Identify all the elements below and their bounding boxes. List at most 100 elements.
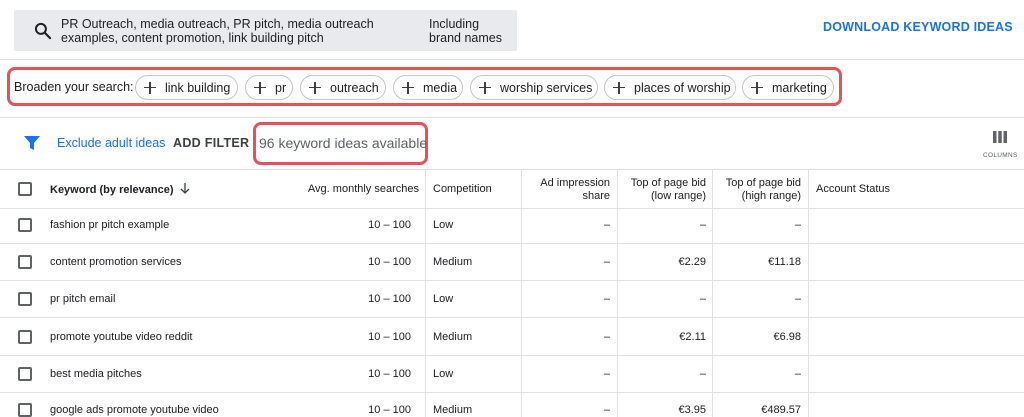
- columns-button-label[interactable]: COLUMNS: [983, 152, 1018, 159]
- chip-label: places of worship: [634, 80, 731, 95]
- search-box[interactable]: PR Outreach, media outreach, PR pitch, m…: [14, 10, 517, 51]
- keyword-cell[interactable]: google ads promote youtube video: [50, 404, 219, 416]
- row-divider: [0, 392, 1024, 393]
- ad-share-cell: –: [603, 256, 610, 268]
- keyword-ideas-count: 96 keyword ideas available: [259, 135, 428, 151]
- bid-high-cell: €489.57: [761, 404, 801, 416]
- bid-high-cell: –: [794, 368, 801, 380]
- divider: [0, 169, 1024, 170]
- ad-share-header-line: share: [582, 190, 610, 202]
- broaden-label: Broaden your search:: [14, 80, 134, 94]
- plus-icon: [254, 81, 266, 94]
- row-checkbox[interactable]: [18, 292, 32, 306]
- chip-label: outreach: [330, 80, 379, 95]
- bid-high-cell: –: [794, 293, 801, 305]
- keyword-header-label: Keyword (by relevance): [50, 184, 174, 196]
- row-checkbox[interactable]: [18, 330, 32, 344]
- chip-worship-services[interactable]: worship services: [470, 75, 598, 100]
- keyword-cell[interactable]: content promotion services: [50, 256, 181, 268]
- column-header-ad-share[interactable]: Ad impression share: [525, 177, 610, 203]
- search-query-text[interactable]: PR Outreach, media outreach, PR pitch, m…: [61, 17, 421, 45]
- bid-high-cell: €11.18: [768, 256, 801, 268]
- ad-share-cell: –: [603, 219, 610, 231]
- ad-share-cell: –: [603, 368, 610, 380]
- chip-marketing[interactable]: marketing: [742, 75, 834, 100]
- searches-cell: 10 – 100: [368, 404, 411, 416]
- plus-icon: [751, 81, 763, 94]
- column-header-account-status[interactable]: Account Status: [816, 183, 890, 196]
- bid-low-cell: –: [699, 293, 706, 305]
- divider: [0, 117, 1024, 118]
- searches-cell: 10 – 100: [368, 331, 411, 343]
- column-header-bid-high[interactable]: Top of page bid (high range): [715, 177, 801, 203]
- add-filter-button[interactable]: ADD FILTER: [173, 136, 249, 150]
- plus-icon: [479, 81, 491, 94]
- divider: [0, 59, 1024, 60]
- searches-cell: 10 – 100: [368, 368, 411, 380]
- searches-cell: 10 – 100: [368, 256, 411, 268]
- row-divider: [0, 355, 1024, 356]
- keyword-cell[interactable]: promote youtube video reddit: [50, 331, 192, 343]
- bid-low-cell: €3.95: [678, 404, 706, 416]
- bid-low-header-line: Top of page bid: [630, 177, 706, 189]
- chip-label: link building: [165, 80, 231, 95]
- chip-label: pr: [275, 80, 287, 95]
- bid-high-header-line: (high range): [741, 190, 801, 202]
- bid-high-header-line: Top of page bid: [725, 177, 801, 189]
- chip-link-building[interactable]: link building: [135, 75, 238, 100]
- row-divider: [0, 243, 1024, 244]
- bid-high-cell: –: [794, 219, 801, 231]
- chip-label: media: [423, 80, 458, 95]
- competition-cell: Medium: [433, 331, 473, 343]
- plus-icon: [613, 81, 625, 94]
- plus-icon: [309, 81, 321, 94]
- row-checkbox[interactable]: [18, 367, 32, 381]
- chip-outreach[interactable]: outreach: [300, 75, 386, 100]
- chip-label: worship services: [500, 80, 593, 95]
- bid-low-cell: €2.29: [678, 256, 706, 268]
- keyword-cell[interactable]: pr pitch email: [50, 293, 115, 305]
- searches-cell: 10 – 100: [368, 293, 411, 305]
- columns-icon[interactable]: [993, 131, 1007, 143]
- column-header-competition[interactable]: Competition: [433, 183, 492, 196]
- row-checkbox[interactable]: [18, 403, 32, 417]
- row-checkbox[interactable]: [18, 218, 32, 232]
- arrow-down-icon: [180, 183, 189, 194]
- ad-share-header-line: Ad impression: [540, 177, 610, 189]
- competition-cell: Medium: [433, 256, 473, 268]
- bid-low-cell: –: [699, 368, 706, 380]
- competition-cell: Low: [433, 219, 454, 231]
- row-checkbox[interactable]: [18, 255, 32, 269]
- chip-places-of-worship[interactable]: places of worship: [604, 75, 736, 100]
- bid-low-cell: –: [699, 219, 706, 231]
- column-header-keyword[interactable]: Keyword (by relevance): [50, 183, 190, 197]
- search-icon: [34, 22, 52, 40]
- ad-share-cell: –: [603, 331, 610, 343]
- ad-share-cell: –: [603, 404, 610, 416]
- searches-cell: 10 – 100: [368, 219, 411, 231]
- bid-low-header-line: (low range): [650, 190, 706, 202]
- ad-share-cell: –: [603, 293, 610, 305]
- plus-icon: [144, 81, 156, 94]
- column-header-searches[interactable]: Avg. monthly searches: [280, 183, 419, 196]
- row-divider: [0, 317, 1024, 318]
- bid-low-cell: €2.11: [679, 331, 706, 343]
- keyword-cell[interactable]: fashion pr pitch example: [50, 219, 169, 231]
- bid-high-cell: €6.98: [773, 331, 801, 343]
- chip-media[interactable]: media: [393, 75, 463, 100]
- chip-pr[interactable]: pr: [245, 75, 293, 100]
- competition-cell: Low: [433, 293, 454, 305]
- select-all-checkbox[interactable]: [18, 182, 32, 196]
- chip-label: marketing: [772, 80, 827, 95]
- divider: [0, 208, 1024, 209]
- column-header-bid-low[interactable]: Top of page bid (low range): [620, 177, 706, 203]
- keyword-cell[interactable]: best media pitches: [50, 368, 142, 380]
- competition-cell: Medium: [433, 404, 473, 416]
- exclude-adult-ideas-link[interactable]: Exclude adult ideas: [57, 136, 165, 150]
- download-keyword-ideas-button[interactable]: DOWNLOAD KEYWORD IDEAS: [823, 20, 1013, 34]
- filter-icon[interactable]: [24, 136, 40, 150]
- brand-names-option[interactable]: Including brand names: [429, 17, 514, 45]
- row-divider: [0, 280, 1024, 281]
- competition-cell: Low: [433, 368, 454, 380]
- plus-icon: [402, 81, 414, 94]
